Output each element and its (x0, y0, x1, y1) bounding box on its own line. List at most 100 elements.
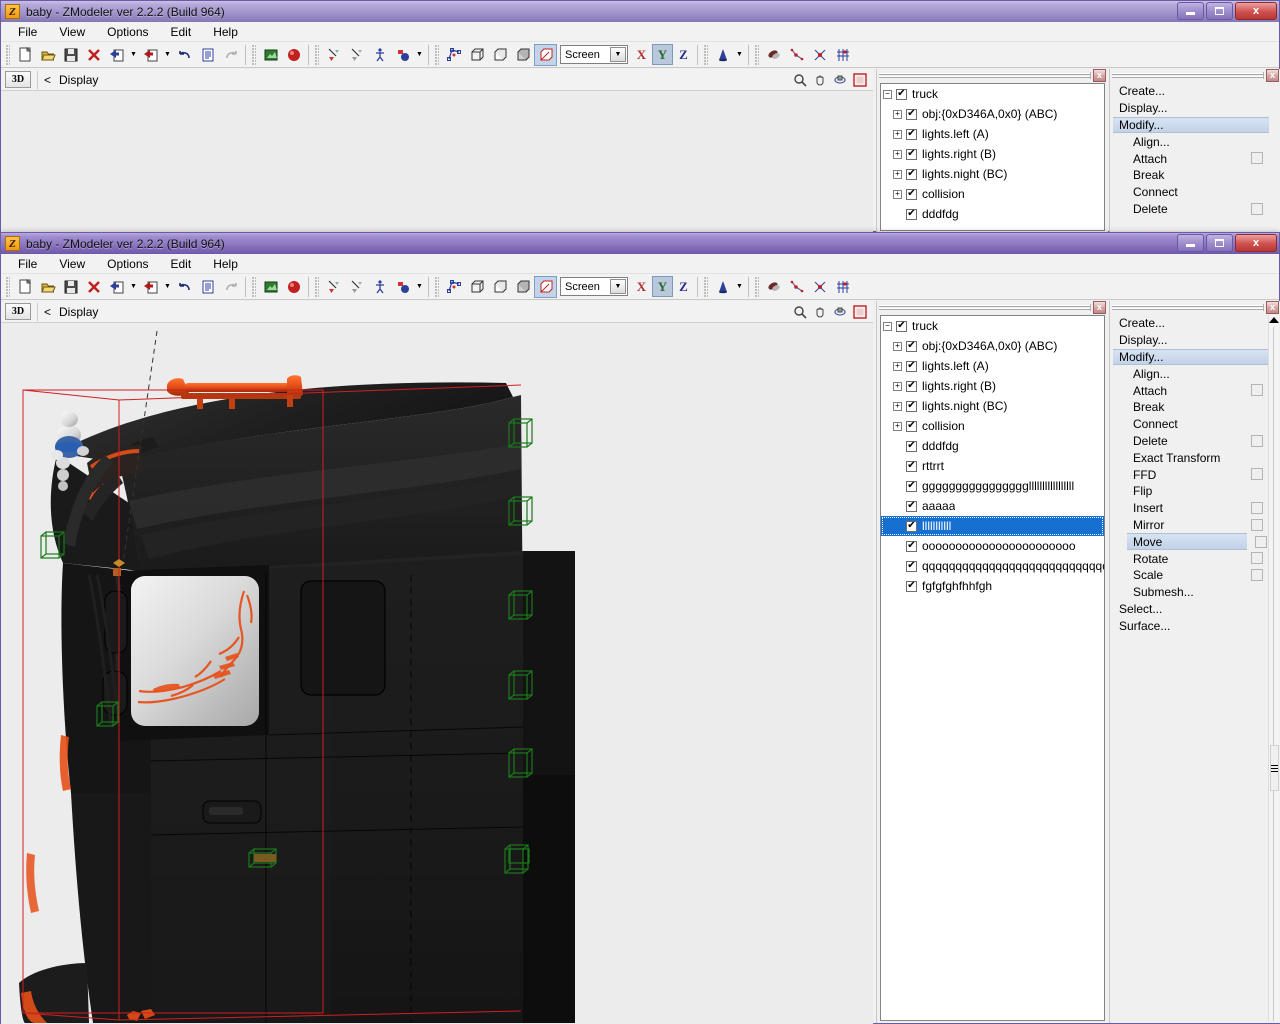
command-item[interactable]: Display... (1113, 100, 1269, 117)
scroll-up-arrow-icon[interactable] (1269, 317, 1279, 323)
import-icon[interactable] (105, 44, 128, 66)
viewport-3d[interactable] (1, 323, 873, 1024)
visibility-checkbox[interactable]: ✔ (906, 560, 917, 572)
tree-item[interactable]: ✔ lllllllllll (881, 516, 1104, 536)
export-icon[interactable] (139, 276, 162, 298)
chevron-down-icon[interactable]: ▼ (610, 47, 626, 62)
cube-wire-icon[interactable] (465, 44, 488, 66)
tree-item[interactable]: + ✔ obj:{0xD346A,0x0} (ABC) (881, 336, 1104, 356)
grid-snap-icon[interactable] (831, 44, 854, 66)
undo-icon[interactable] (173, 44, 196, 66)
axis-x-button[interactable]: X (631, 276, 652, 297)
command-option-checkbox[interactable] (1255, 536, 1267, 549)
properties-icon[interactable] (196, 276, 219, 298)
command-list[interactable]: Create... Display... Modify... Align... Atta… (1113, 315, 1269, 1021)
save-disk-icon[interactable] (59, 276, 82, 298)
tree-item[interactable]: + ✔ collision (881, 416, 1104, 436)
visibility-checkbox[interactable]: ✔ (906, 540, 917, 552)
tree-item[interactable]: + ✔ lights.night (BC) (881, 164, 1104, 184)
sphere-icon[interactable] (282, 44, 305, 66)
visibility-checkbox[interactable]: ✔ (906, 420, 917, 432)
toolbar-grip[interactable] (755, 44, 759, 65)
tree-item[interactable]: + ✔ lights.left (A) (881, 124, 1104, 144)
main-window-titlebar[interactable]: Z baby - ZModeler ver 2.2.2 (Build 964) … (1, 233, 1279, 254)
cone-dropdown-arrow[interactable]: ▼ (734, 44, 745, 66)
cube-textured-icon[interactable] (534, 43, 557, 66)
close-button[interactable]: x (1235, 2, 1277, 20)
import-dropdown-arrow[interactable]: ▼ (128, 276, 139, 298)
visibility-checkbox[interactable]: ✔ (906, 500, 917, 512)
panel-grip[interactable] (1112, 304, 1264, 311)
maximize-viewport-icon[interactable] (851, 71, 869, 89)
expand-icon[interactable]: + (893, 401, 902, 411)
axis-z-button[interactable]: Z (673, 276, 694, 297)
command-item[interactable]: Scale (1113, 567, 1269, 584)
command-item[interactable]: Delete (1113, 433, 1269, 450)
viewport-label[interactable]: Display (59, 73, 98, 87)
command-item[interactable]: Connect (1113, 416, 1269, 433)
scrollbar-thumb[interactable] (1270, 745, 1279, 791)
export-dropdown-arrow[interactable]: ▼ (162, 276, 173, 298)
toolbar-grip[interactable] (315, 276, 319, 297)
command-option-checkbox[interactable] (1251, 552, 1263, 565)
command-option-checkbox[interactable] (1251, 468, 1263, 481)
command-option-checkbox[interactable] (1251, 384, 1263, 397)
command-list-back[interactable]: Create... Display... Modify... Align... Atta… (1113, 83, 1269, 231)
toolbar-grip[interactable] (6, 276, 10, 297)
toolbar-grip[interactable] (315, 44, 319, 65)
tree-item[interactable]: + ✔ collision (881, 184, 1104, 204)
visibility-checkbox[interactable]: ✔ (906, 480, 917, 492)
viewport-mode-button[interactable]: 3D (5, 71, 31, 88)
menu-bar[interactable]: File View Options Edit Help (1, 254, 1279, 274)
menu-help[interactable]: Help (202, 255, 249, 273)
material-dropdown-arrow[interactable]: ▼ (414, 44, 425, 66)
command-item[interactable]: Delete (1113, 201, 1269, 218)
save-disk-icon[interactable] (59, 44, 82, 66)
menu-options[interactable]: Options (96, 23, 159, 41)
background-app-window[interactable]: Z baby - ZModeler ver 2.2.2 (Build 964) … (0, 0, 1280, 233)
vertex-select-icon[interactable] (322, 276, 345, 298)
toolbar-grip[interactable] (435, 44, 439, 65)
render-icon[interactable] (259, 276, 282, 298)
window-controls[interactable]: x (1177, 2, 1277, 20)
command-option-checkbox[interactable] (1251, 501, 1263, 514)
axis-x-button[interactable]: X (631, 44, 652, 65)
vertex-select-icon[interactable] (322, 44, 345, 66)
window-controls[interactable]: x (1177, 234, 1277, 252)
tree-item[interactable]: + ✔ lights.right (B) (881, 144, 1104, 164)
delete-x-icon[interactable] (82, 276, 105, 298)
command-item[interactable]: Attach (1113, 382, 1269, 399)
open-folder-icon[interactable] (36, 276, 59, 298)
toolbar-grip[interactable] (252, 276, 256, 297)
new-file-icon[interactable] (13, 44, 36, 66)
toolbar-grip[interactable] (252, 44, 256, 65)
zoom-icon[interactable] (791, 303, 809, 321)
viewport-mode-button[interactable]: 3D (5, 303, 31, 320)
command-item[interactable]: Surface... (1113, 617, 1269, 634)
expand-icon[interactable]: + (893, 129, 902, 139)
export-dropdown-arrow[interactable]: ▼ (162, 44, 173, 66)
cube-shade-icon[interactable] (511, 276, 534, 298)
material-select-icon[interactable] (391, 276, 414, 298)
uv-mapping-icon[interactable] (762, 44, 785, 66)
viewport-back-arrow[interactable]: < (44, 305, 51, 319)
expand-icon[interactable]: + (893, 189, 902, 199)
command-panel-header-back[interactable]: x (1110, 69, 1280, 82)
axis-y-button[interactable]: Y (652, 276, 673, 297)
command-panel-header[interactable]: x (1110, 301, 1280, 314)
menu-view[interactable]: View (48, 255, 96, 273)
cone-dropdown-arrow[interactable]: ▼ (734, 276, 745, 298)
visibility-checkbox[interactable]: ✔ (906, 460, 917, 472)
menu-help[interactable]: Help (202, 23, 249, 41)
command-item[interactable]: Select... (1113, 601, 1269, 618)
toolbar-grip[interactable] (704, 44, 708, 65)
command-item[interactable]: Break (1113, 167, 1269, 184)
redo-icon[interactable] (219, 44, 242, 66)
tree-item[interactable]: + ✔ lights.right (B) (881, 376, 1104, 396)
command-panel-close-button[interactable]: x (1266, 301, 1279, 314)
toolbar-grip[interactable] (704, 276, 708, 297)
tree-item[interactable]: ✔ qqqqqqqqqqqqqqqqqqqqqqqqqqqqqqqqq (881, 556, 1104, 576)
coordinate-system-combo[interactable]: Screen ▼ (560, 45, 628, 64)
tree-item[interactable]: ✔ aaaaa (881, 496, 1104, 516)
tree-item[interactable]: ✔ dddfdg (881, 204, 1104, 224)
